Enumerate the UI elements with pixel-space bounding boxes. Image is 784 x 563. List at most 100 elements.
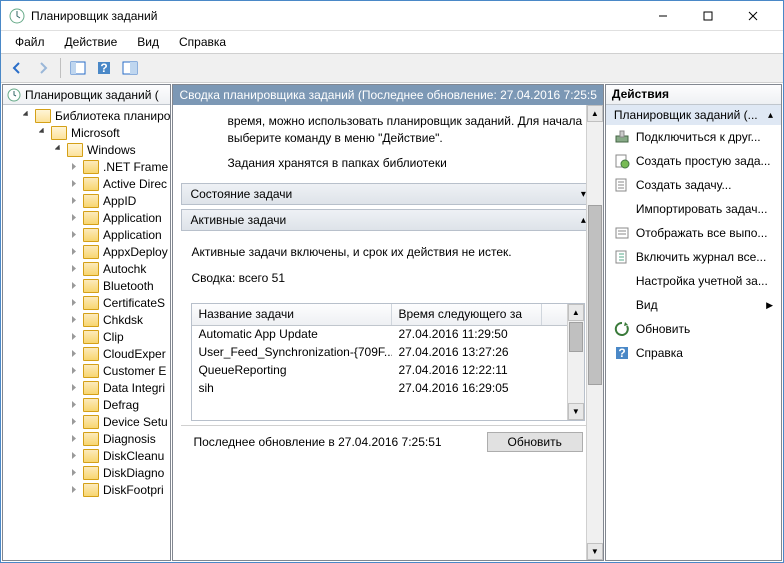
expander-icon[interactable] <box>69 399 81 411</box>
col-header-name[interactable]: Название задачи <box>192 304 392 325</box>
expander-icon[interactable] <box>69 382 81 394</box>
expander-icon[interactable] <box>69 229 81 241</box>
col-header-time[interactable]: Время следующего за <box>392 304 542 325</box>
section-task-status[interactable]: Состояние задачи ▾ <box>181 183 594 205</box>
action-item[interactable]: Вид▶ <box>606 293 781 317</box>
expander-icon[interactable] <box>69 484 81 496</box>
forward-button[interactable] <box>31 56 55 80</box>
scroll-down-button[interactable]: ▼ <box>587 543 603 560</box>
expander-icon[interactable] <box>69 178 81 190</box>
folder-icon <box>83 398 99 412</box>
tree-node-microsoft[interactable]: Microsoft <box>3 124 170 141</box>
center-header: Сводка планировщика заданий (Последнее о… <box>173 85 602 105</box>
expander-icon[interactable] <box>21 110 33 122</box>
back-button[interactable] <box>5 56 29 80</box>
info-text-2: Задания хранятся в папках библиотеки <box>173 155 602 180</box>
action-item[interactable]: Создать задачу... <box>606 173 781 197</box>
action-item[interactable]: Подключиться к друг... <box>606 125 781 149</box>
task-row[interactable]: Automatic App Update27.04.2016 11:29:50 <box>192 326 583 344</box>
expander-icon[interactable] <box>69 280 81 292</box>
close-button[interactable] <box>730 2 775 30</box>
tree-node[interactable]: Chkdsk <box>3 311 170 328</box>
menu-help[interactable]: Справка <box>169 32 236 52</box>
tree-node[interactable]: Autochk <box>3 260 170 277</box>
tree-node[interactable]: Application <box>3 209 170 226</box>
tree-node[interactable]: AppxDeploy <box>3 243 170 260</box>
section-active-tasks[interactable]: Активные задачи ▴ <box>181 209 594 231</box>
tree-node[interactable]: Active Direc <box>3 175 170 192</box>
action-icon <box>614 129 630 145</box>
app-icon <box>9 8 25 24</box>
expander-icon[interactable] <box>69 314 81 326</box>
tree-body[interactable]: Библиотека планиро Microsoft Windows .NE… <box>3 105 170 560</box>
task-row[interactable]: User_Feed_Synchronization-{709F...27.04.… <box>192 344 583 362</box>
refresh-button[interactable]: Обновить <box>487 432 583 452</box>
tree-node[interactable]: Device Setu <box>3 413 170 430</box>
action-item[interactable]: ?Справка <box>606 341 781 365</box>
tree-panel: Планировщик заданий ( Библиотека планиро… <box>2 84 171 561</box>
expander-icon[interactable] <box>69 348 81 360</box>
properties-button[interactable] <box>118 56 142 80</box>
scroll-down-button[interactable]: ▼ <box>568 403 584 420</box>
action-icon <box>614 297 630 313</box>
summary-text: Сводка: всего 51 <box>191 271 584 285</box>
menu-view[interactable]: Вид <box>127 32 169 52</box>
action-item[interactable]: Настройка учетной за... <box>606 269 781 293</box>
expander-icon[interactable] <box>37 127 49 139</box>
tree-node[interactable]: Diagnosis <box>3 430 170 447</box>
tree-node[interactable]: Application <box>3 226 170 243</box>
expander-icon[interactable] <box>69 246 81 258</box>
folder-icon <box>83 483 99 497</box>
expander-icon[interactable] <box>69 297 81 309</box>
panel-scrollbar[interactable]: ▲ ▼ <box>586 105 603 560</box>
menu-action[interactable]: Действие <box>55 32 128 52</box>
expander-icon[interactable] <box>69 365 81 377</box>
expander-icon[interactable] <box>69 450 81 462</box>
tree-node[interactable]: Customer E <box>3 362 170 379</box>
scroll-thumb[interactable] <box>569 322 583 352</box>
expander-icon[interactable] <box>69 433 81 445</box>
tree-node[interactable]: CertificateS <box>3 294 170 311</box>
scroll-up-button[interactable]: ▲ <box>587 105 603 122</box>
task-table: Название задачи Время следующего за Auto… <box>191 303 584 421</box>
tree-node[interactable]: Defrag <box>3 396 170 413</box>
tree-node[interactable]: .NET Frame <box>3 158 170 175</box>
expander-icon[interactable] <box>69 212 81 224</box>
maximize-button[interactable] <box>685 2 730 30</box>
expander-icon[interactable] <box>69 331 81 343</box>
tree-node[interactable]: AppID <box>3 192 170 209</box>
expander-icon[interactable] <box>53 144 65 156</box>
tree-node[interactable]: Clip <box>3 328 170 345</box>
tree-node[interactable]: DiskCleanu <box>3 447 170 464</box>
tree-node-windows[interactable]: Windows <box>3 141 170 158</box>
scroll-thumb[interactable] <box>588 205 602 385</box>
action-icon <box>614 153 630 169</box>
menu-file[interactable]: Файл <box>5 32 55 52</box>
action-item[interactable]: Включить журнал все... <box>606 245 781 269</box>
scroll-up-button[interactable]: ▲ <box>568 304 584 321</box>
task-row[interactable]: QueueReporting27.04.2016 12:22:11 <box>192 362 583 380</box>
expander-icon[interactable] <box>69 263 81 275</box>
action-item[interactable]: Отображать все выпо... <box>606 221 781 245</box>
action-item[interactable]: Создать простую зада... <box>606 149 781 173</box>
console-tree-button[interactable] <box>66 56 90 80</box>
expander-icon[interactable] <box>69 416 81 428</box>
tree-node[interactable]: Data Integri <box>3 379 170 396</box>
task-row[interactable]: sih27.04.2016 16:29:05 <box>192 380 583 398</box>
tree-node[interactable]: DiskFootpri <box>3 481 170 498</box>
expander-icon[interactable] <box>69 467 81 479</box>
action-item[interactable]: Импортировать задач... <box>606 197 781 221</box>
tree-node[interactable]: DiskDiagno <box>3 464 170 481</box>
tree-node[interactable]: Bluetooth <box>3 277 170 294</box>
minimize-button[interactable] <box>640 2 685 30</box>
action-item[interactable]: Обновить <box>606 317 781 341</box>
scrollbar[interactable]: ▲ ▼ <box>567 304 584 420</box>
tree-node[interactable]: CloudExper <box>3 345 170 362</box>
folder-icon <box>83 245 99 259</box>
tree-node-library[interactable]: Библиотека планиро <box>3 107 170 124</box>
help-button[interactable]: ? <box>92 56 116 80</box>
collapse-icon[interactable]: ▴ <box>768 110 773 121</box>
expander-icon[interactable] <box>69 195 81 207</box>
expander-icon[interactable] <box>69 161 81 173</box>
info-text: время, можно использовать планировщик за… <box>173 105 602 155</box>
